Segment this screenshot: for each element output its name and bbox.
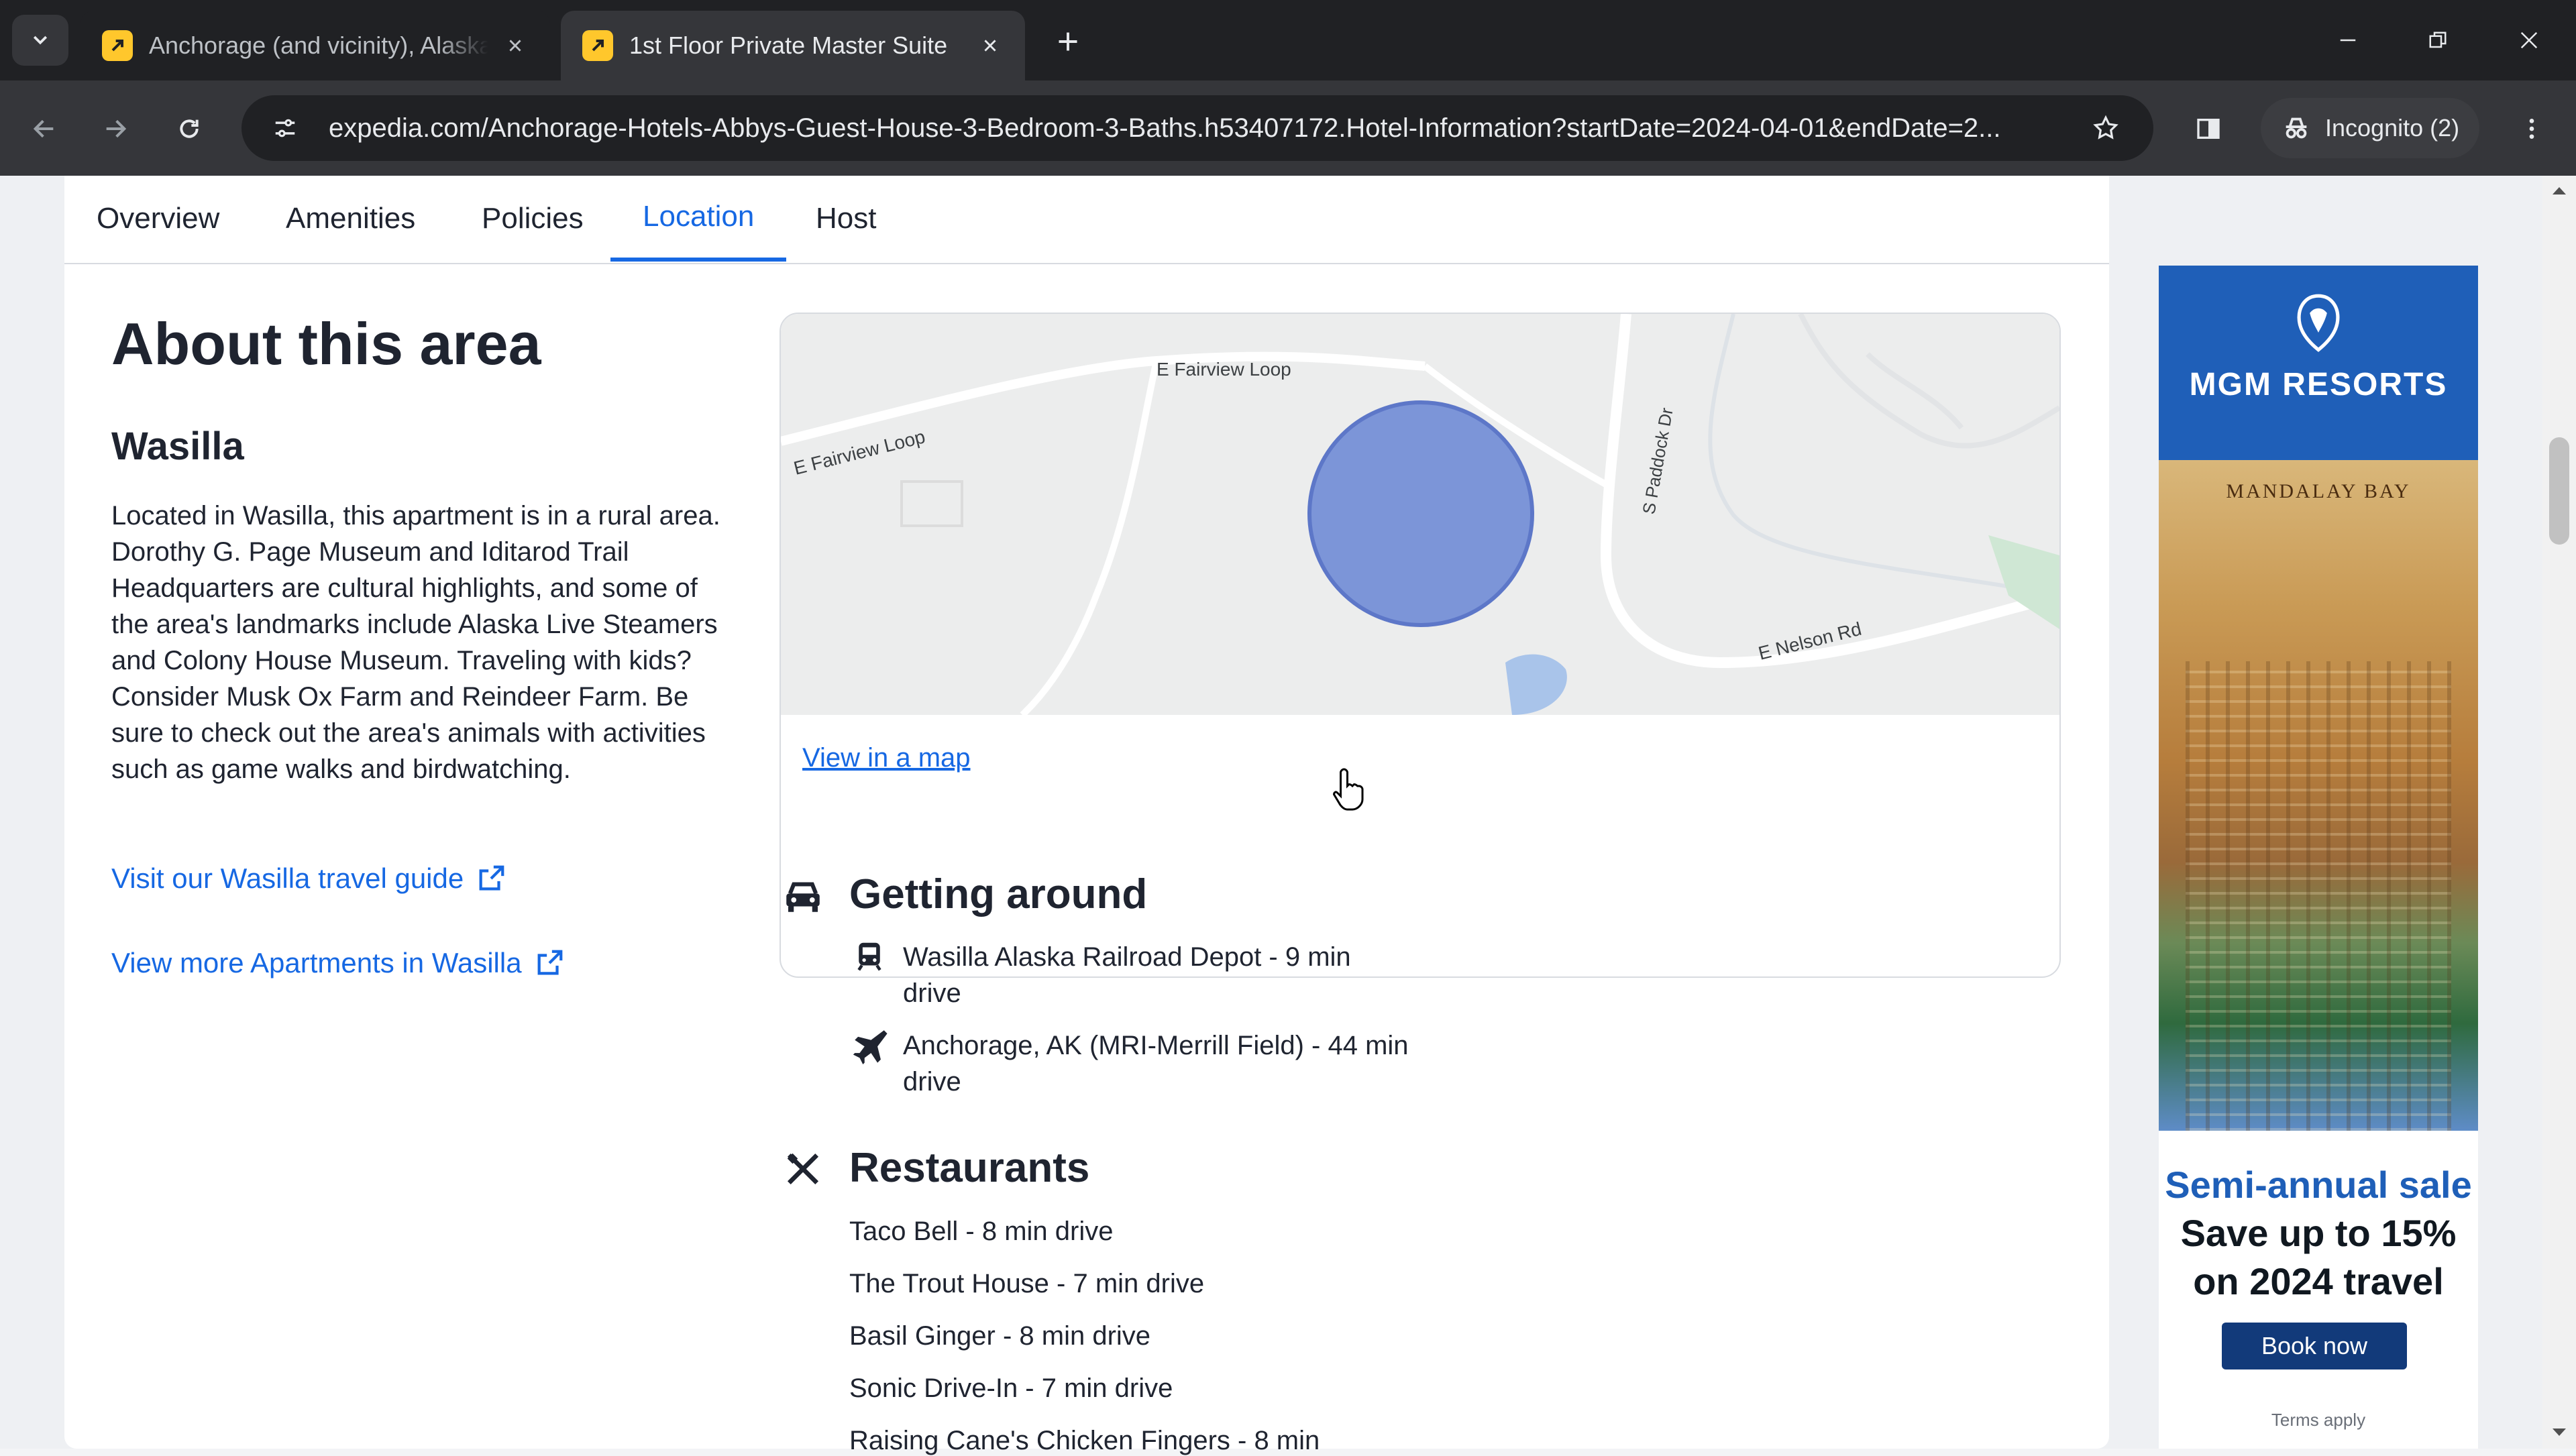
more-apartments-label: View more Apartments in Wasilla (111, 947, 522, 978)
map-label-road: E Fairview Loop (1157, 359, 1291, 380)
train-icon (849, 936, 890, 976)
travel-guide-link[interactable]: Visit our Wasilla travel guide (111, 862, 506, 895)
scrollbar-thumb[interactable] (2549, 437, 2569, 545)
external-link-icon (479, 865, 504, 891)
browser-menu-button[interactable] (2506, 103, 2557, 154)
minimize-button[interactable] (2308, 15, 2388, 66)
address-bar[interactable]: expedia.com/Anchorage-Hotels-Abbys-Guest… (241, 95, 2153, 161)
mgm-advertisement[interactable]: MGM RESORTS MANDALAY BAY Semi-annual sal… (2159, 266, 2478, 1449)
plus-icon (1059, 32, 1077, 51)
getting-around-text: Anchorage, AK (MRI-Merrill Field) - 44 m… (903, 1031, 1409, 1097)
hotel-photo (2159, 460, 2478, 1131)
tab-title: Anchorage (and vicinity), Alaska (149, 32, 488, 59)
ad-terms: Terms apply (2271, 1410, 2366, 1430)
tab-anchorage[interactable]: Anchorage (and vicinity), Alaska (80, 11, 550, 80)
url-text: expedia.com/Anchorage-Hotels-Abbys-Guest… (329, 113, 2001, 143)
bookmark-star-icon[interactable] (2082, 105, 2129, 152)
list-item: Anchorage, AK (MRI-Merrill Field) - 44 m… (849, 1027, 1413, 1100)
list-item: Basil Ginger - 8 min drive (849, 1321, 1151, 1351)
car-icon (780, 872, 826, 919)
section-heading: About this area (111, 311, 541, 377)
map-label-road: S Paddock Dr (1638, 406, 1676, 516)
incognito-label: Incognito (2) (2325, 114, 2460, 142)
back-button[interactable] (19, 103, 70, 154)
subnav-overview[interactable]: Overview (97, 176, 219, 262)
book-now-button[interactable]: Book now (2222, 1323, 2407, 1369)
view-in-map-link[interactable]: View in a map (802, 743, 971, 773)
ad-offer-detail: on 2024 travel (2193, 1260, 2444, 1302)
restaurants-title: Restaurants (849, 1145, 1090, 1191)
ad-headline: Semi-annual sale (2165, 1164, 2472, 1206)
arrow-right-icon (106, 119, 127, 138)
more-vertical-icon (2529, 119, 2534, 139)
page-viewport: Overview Amenities Policies Location Hos… (0, 176, 2576, 1455)
incognito-icon (2286, 117, 2307, 139)
reload-button[interactable] (164, 103, 215, 154)
side-panel-button[interactable] (2183, 103, 2234, 154)
subnav-amenities[interactable]: Amenities (286, 176, 415, 262)
restore-icon (2429, 32, 2447, 48)
reload-icon (180, 119, 199, 138)
scroll-down-icon[interactable] (2551, 1427, 2567, 1438)
close-window-button[interactable] (2489, 15, 2569, 66)
list-item: Raising Cane's Chicken Fingers - 8 min (849, 1426, 1320, 1455)
list-item: Sonic Drive-In - 7 min drive (849, 1374, 1173, 1403)
close-tab-icon[interactable] (977, 32, 1004, 59)
close-icon (2520, 32, 2538, 49)
expedia-favicon-icon (582, 30, 613, 61)
property-area-marker (1307, 400, 1534, 627)
property-subnav: Overview Amenities Policies Location Hos… (64, 176, 2109, 264)
tab-master-suite[interactable]: 1st Floor Private Master Suite (561, 11, 1025, 80)
location-map[interactable]: E Fairview Loop E Fairview Loop S Paddoc… (781, 314, 2059, 718)
subnav-policies[interactable]: Policies (482, 176, 584, 262)
expedia-favicon-icon (102, 30, 133, 61)
tab-search-button[interactable] (12, 15, 68, 66)
chevron-down-icon (33, 36, 48, 45)
scroll-up-icon[interactable] (2551, 185, 2567, 196)
airplane-icon (849, 1025, 890, 1065)
forward-button[interactable] (90, 103, 141, 154)
ad-property: MANDALAY BAY (2226, 480, 2411, 502)
restore-button[interactable] (2398, 15, 2478, 66)
browser-tab-strip: Anchorage (and vicinity), Alaska 1st Flo… (0, 0, 2576, 80)
close-tab-icon[interactable] (502, 32, 529, 59)
site-settings-icon[interactable] (262, 105, 309, 152)
arrow-left-icon (33, 119, 54, 138)
lion-logo-icon (2297, 294, 2340, 352)
subnav-location[interactable]: Location (610, 176, 787, 262)
city-name: Wasilla (111, 425, 244, 468)
incognito-indicator[interactable]: Incognito (2) (2261, 98, 2480, 158)
hand-cursor-icon (1332, 768, 1364, 811)
page-scrollbar[interactable] (2542, 176, 2576, 1449)
map-roads: E Fairview Loop E Fairview Loop S Paddoc… (781, 314, 2059, 718)
list-item: Taco Bell - 8 min drive (849, 1217, 1114, 1246)
travel-guide-label: Visit our Wasilla travel guide (111, 862, 464, 894)
external-link-icon (537, 950, 562, 975)
ad-brand: MGM RESORTS (2189, 367, 2448, 402)
ad-offer: Save up to 15% (2180, 1212, 2457, 1254)
new-tab-button[interactable] (1046, 20, 1089, 63)
minimize-icon (2340, 39, 2356, 42)
subnav-host[interactable]: Host (816, 176, 876, 262)
browser-toolbar: expedia.com/Anchorage-Hotels-Abbys-Guest… (0, 80, 2576, 176)
side-panel-icon (2197, 119, 2220, 139)
more-apartments-link[interactable]: View more Apartments in Wasilla (111, 947, 565, 979)
getting-around-title: Getting around (849, 871, 1148, 917)
utensils-icon (780, 1145, 826, 1192)
area-description: Located in Wasilla, this apartment is in… (111, 501, 720, 784)
tab-title: 1st Floor Private Master Suite (629, 32, 948, 59)
list-item: Wasilla Alaska Railroad Depot - 9 min dr… (849, 939, 1413, 1011)
list-item: The Trout House - 7 min drive (849, 1269, 1205, 1298)
getting-around-text: Wasilla Alaska Railroad Depot - 9 min dr… (903, 942, 1351, 1008)
